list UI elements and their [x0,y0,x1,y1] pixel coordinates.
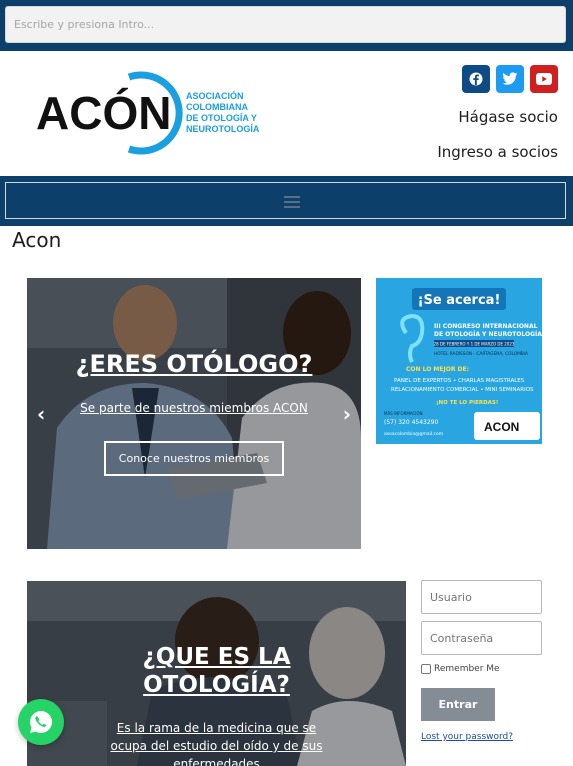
search-input[interactable] [5,6,566,43]
ad-best-label: CON LO MEJOR DE: [406,366,469,373]
otologia-title-line-2: OTOLOGÍA? [143,672,290,698]
otologia-title: ¿QUE ES LA OTOLOGÍA? [27,643,406,699]
ad-email: asoacolombia@gmail.com [384,431,443,437]
slider-prev-arrow-icon[interactable]: ‹ [37,402,45,426]
hero-subtitle-link[interactable]: Se parte de nuestros miembros ACON [27,401,361,415]
otologia-title-line-1: ¿QUE ES LA [142,644,291,670]
conoce-miembros-button[interactable]: Conoce nuestros miembros [104,441,284,476]
hamburger-menu-icon[interactable] [284,196,300,208]
ad-event-line-1: III CONGRESO INTERNACIONAL [434,323,538,330]
otologia-text-line-1: Es la rama de la medicina que se [116,721,317,735]
otologia-text-line-3: enfermedades [173,757,260,766]
congress-ad-banner[interactable]: ¡Se acerca! III CONGRESO INTERNACIONAL D… [376,278,542,444]
ad-phone: (57) 320 4543290 [384,419,438,426]
main-nav [0,176,573,226]
otologia-description[interactable]: Es la rama de la medicina que se ocupa d… [27,719,406,766]
username-input[interactable] [421,580,542,614]
ad-dates: 28 DE FEBRERO Y 1 DE MARZO DE 2023 [434,342,515,347]
logo-line-4: NEUROTOLOGÍA [186,124,259,134]
lost-password-link[interactable]: Lost your password? [421,732,513,742]
nav-toggle-container [5,182,566,219]
otologia-section: ¿QUE ES LA OTOLOGÍA? Es la rama de la me… [27,581,406,766]
ad-event-line-2: DE OTOLOGÍA Y NEUROTOLOGÍA [434,330,542,338]
ad-features-2: RELACIONAMIENTO COMERCIAL • MINI SEMINAR… [391,387,534,393]
ad-features-1: PANEL DE EXPERTOS • CHARLAS MAGISTRALES [394,378,525,384]
logo-line-3: DE OTOLOGÍA Y [186,113,257,123]
ad-cta: ¡NO TE LO PIERDAS! [436,400,498,406]
logo-line-2: COLOMBIANA [186,102,248,112]
twitter-icon[interactable] [496,65,524,93]
password-input[interactable] [421,621,542,655]
login-submit-button[interactable]: Entrar [421,688,495,721]
slider-next-arrow-icon[interactable]: › [343,402,351,426]
remember-me[interactable]: Remember Me [421,664,500,674]
acon-logo[interactable]: ACÓN ASOCIACIÓN COLOMBIANA DE OTOLOGÍA Y… [34,67,259,159]
menu-hagase-socio[interactable]: Hágase socio [458,108,558,126]
hero-title: ¿ERES OTÓLOGO? [75,350,313,378]
logo-text: ACÓN [36,87,171,139]
whatsapp-icon[interactable] [18,699,64,745]
ad-info-label: MÁS INFORMACIÓN [384,411,423,416]
remember-me-label: Remember Me [434,664,500,674]
congress-ad-graphic: ¡Se acerca! III CONGRESO INTERNACIONAL D… [376,278,542,444]
facebook-icon[interactable] [462,65,490,93]
site-header: ACÓN ASOCIACIÓN COLOMBIANA DE OTOLOGÍA Y… [0,51,573,176]
ad-logo-text: ACON [484,420,519,434]
hero-slider: ¿ERES OTÓLOGO? Se parte de nuestros miem… [27,278,361,549]
ad-headline: ¡Se acerca! [418,293,501,308]
page-title: Acon [12,228,62,252]
remember-me-checkbox[interactable] [421,664,431,674]
otologia-text-line-2: ocupa del estudio del oído y de sus [110,739,323,753]
ad-venue: HOTEL RADISSON - CARTAGENA, COLOMBIA [434,351,528,357]
menu-ingreso-socios[interactable]: Ingreso a socios [437,143,558,161]
youtube-icon[interactable] [530,65,558,93]
logo-line-1: ASOCIACIÓN [186,90,244,101]
search-bar [0,0,573,51]
